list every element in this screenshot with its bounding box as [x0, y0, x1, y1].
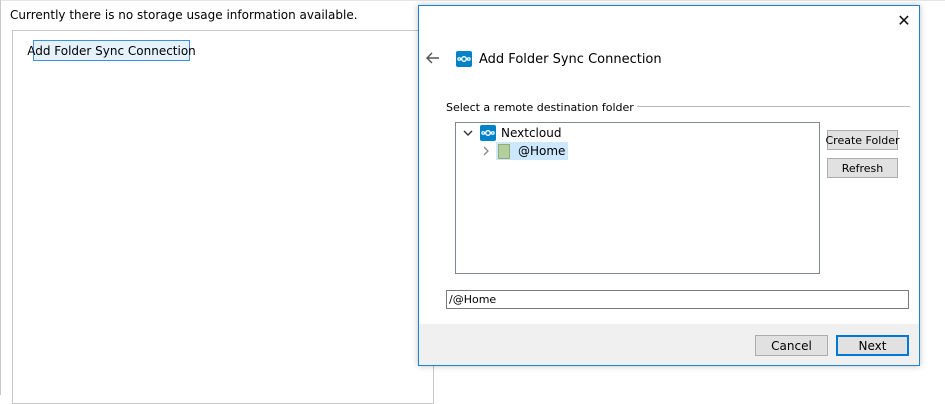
- chevron-right-icon[interactable]: [480, 145, 492, 157]
- window-top-border: [0, 0, 945, 1]
- dialog-title: Add Folder Sync Connection: [479, 51, 662, 67]
- tree-item-home[interactable]: @Home: [480, 142, 569, 160]
- cancel-button[interactable]: Cancel: [755, 335, 828, 356]
- destination-group-label: Select a remote destination folder: [446, 101, 637, 114]
- storage-info-text: Currently there is no storage usage info…: [10, 8, 358, 22]
- dialog-header: Add Folder Sync Connection: [456, 51, 662, 67]
- add-folder-sync-dialog: ✕ Add Folder Sync Connection Select a re…: [418, 5, 920, 366]
- nextcloud-icon: [480, 125, 496, 141]
- back-arrow-icon[interactable]: [425, 50, 441, 66]
- folder-icon: [498, 143, 510, 159]
- tree-item-label: @Home: [518, 144, 566, 158]
- create-folder-button[interactable]: Create Folder: [825, 130, 900, 150]
- window-left-border: [0, 0, 1, 395]
- chevron-down-icon[interactable]: [462, 127, 474, 139]
- connections-panel: [12, 30, 434, 404]
- remote-path-field[interactable]: /@Home: [446, 290, 909, 309]
- tree-item-label: Nextcloud: [501, 126, 562, 140]
- tree-item-nextcloud[interactable]: Nextcloud: [462, 124, 561, 142]
- tree-item-selection[interactable]: @Home: [496, 142, 569, 160]
- next-button[interactable]: Next: [836, 335, 909, 356]
- close-icon[interactable]: ✕: [895, 12, 913, 30]
- nextcloud-icon: [456, 51, 472, 67]
- folder-tree[interactable]: Nextcloud @Home: [455, 122, 820, 274]
- dialog-footer: Cancel Next: [419, 324, 919, 365]
- refresh-button[interactable]: Refresh: [827, 158, 898, 178]
- add-folder-sync-button[interactable]: Add Folder Sync Connection: [27, 40, 196, 61]
